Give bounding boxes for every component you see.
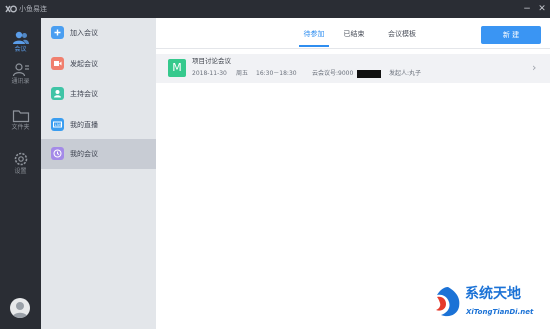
menu-label-join: 加入会议 <box>70 29 98 37</box>
nav-item-folder[interactable]: 文件夹 <box>0 106 41 140</box>
app-title: 小鱼易连 <box>19 5 47 13</box>
nav-item-contacts[interactable]: 通讯录 <box>0 60 41 94</box>
menu-item-my-live[interactable]: LIVE 我的直播 <box>41 110 156 140</box>
menu-item-join-meeting[interactable]: 加入会议 <box>41 18 156 48</box>
nav-item-settings[interactable]: 设置 <box>0 148 41 182</box>
people-icon <box>12 31 29 44</box>
meeting-title: 项目讨论会议 <box>192 57 231 65</box>
tab-upcoming[interactable]: 待参加 <box>296 27 332 41</box>
folder-icon <box>12 110 29 123</box>
menu-label-live: 我的直播 <box>70 121 98 129</box>
svg-text:LIVE: LIVE <box>55 123 64 127</box>
menu-label-host: 主持会议 <box>70 90 98 98</box>
contacts-icon <box>12 63 29 77</box>
nav-label-folder: 文件夹 <box>11 124 30 131</box>
host-icon <box>51 87 64 100</box>
minimize-button[interactable]: − <box>520 2 534 16</box>
new-meeting-button[interactable]: 新 建 <box>481 26 541 44</box>
watermark-title: 系统天地 <box>465 286 521 302</box>
menu-item-start-meeting[interactable]: 发起会议 <box>41 49 156 79</box>
nav-label-contacts: 通讯录 <box>11 78 30 85</box>
nav-label-meetings: 会议 <box>14 46 27 53</box>
left-nav: 会议 通讯录 文件夹 设置 <box>0 18 41 329</box>
user-avatar-icon <box>12 302 28 318</box>
gear-icon <box>14 152 27 166</box>
meeting-weekday: 周五 <box>236 70 249 77</box>
start-icon <box>51 57 64 70</box>
meeting-time: 16:30－18:30 <box>256 70 297 77</box>
live-icon: LIVE <box>51 118 64 131</box>
avatar[interactable] <box>10 298 30 318</box>
clock-icon <box>51 147 64 160</box>
menu-label-my-meetings: 我的会议 <box>70 150 98 158</box>
redaction-block <box>357 70 381 78</box>
tab-ended[interactable]: 已结束 <box>339 27 369 41</box>
meeting-list-item[interactable]: M 项目讨论会议 2018-11-30 周五 16:30－18:30 云会议号:… <box>156 54 550 83</box>
watermark-url: XiTongTianDi.net <box>466 308 534 316</box>
tab-templates[interactable]: 会议模板 <box>382 27 422 41</box>
meeting-avatar-icon: M <box>168 59 186 77</box>
chevron-right-icon: › <box>532 61 537 74</box>
nav-item-meetings[interactable]: 会议 <box>0 28 41 62</box>
meeting-initiator: 发起人:丸子 <box>389 70 422 77</box>
join-icon <box>51 26 64 39</box>
tab-active-indicator <box>299 45 329 47</box>
meeting-date: 2018-11-30 <box>192 70 227 77</box>
watermark: 系统天地 XiTongTianDi.net <box>433 283 548 325</box>
meeting-cloud-id: 云会议号:9000 <box>312 70 354 77</box>
menu-label-start: 发起会议 <box>70 60 98 68</box>
app-logo-icon <box>5 4 17 14</box>
meeting-menu: 加入会议 发起会议 主持会议 LIVE 我的直播 我的会议 <box>41 18 156 329</box>
close-button[interactable]: ✕ <box>535 2 549 16</box>
menu-item-my-meetings[interactable]: 我的会议 <box>41 139 156 169</box>
menu-item-host-meeting[interactable]: 主持会议 <box>41 79 156 109</box>
watermark-logo-icon <box>436 287 460 317</box>
tab-divider <box>156 48 550 49</box>
title-bar: 小鱼易连 − ✕ <box>0 0 550 18</box>
nav-label-settings: 设置 <box>14 168 27 175</box>
